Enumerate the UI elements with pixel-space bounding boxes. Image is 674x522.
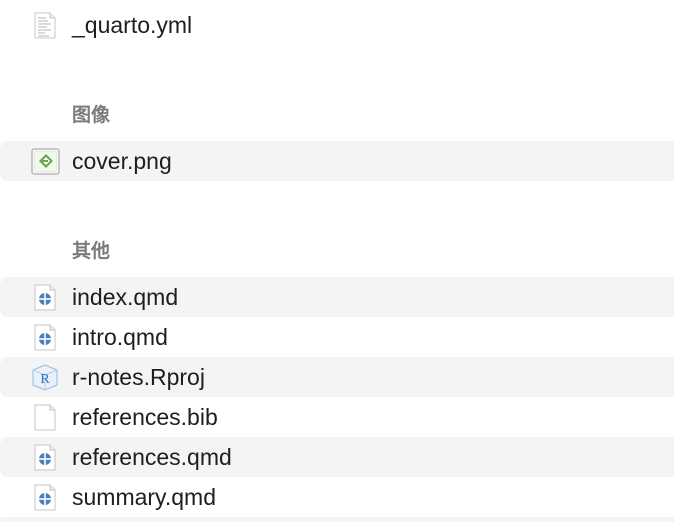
list-item-partial bbox=[0, 517, 674, 522]
r-project-icon: R bbox=[30, 364, 60, 391]
file-name: r-notes.Rproj bbox=[72, 364, 205, 390]
file-name: cover.png bbox=[72, 148, 172, 174]
file-list: _quarto.yml 图像 cover.png 其他 index.qmd in… bbox=[0, 0, 674, 522]
yaml-document-icon bbox=[30, 12, 60, 39]
list-item-index-qmd[interactable]: index.qmd bbox=[0, 277, 674, 317]
section-title-other: 其他 bbox=[72, 240, 111, 262]
file-name: references.bib bbox=[72, 404, 218, 430]
blank-document-icon bbox=[30, 404, 60, 431]
list-item-references-qmd[interactable]: references.qmd bbox=[0, 437, 674, 477]
file-name: summary.qmd bbox=[72, 484, 216, 510]
list-item-quarto-yml[interactable]: _quarto.yml bbox=[0, 5, 674, 45]
quarto-file-icon bbox=[30, 484, 60, 511]
list-item-intro-qmd[interactable]: intro.qmd bbox=[0, 317, 674, 357]
quarto-file-icon bbox=[30, 284, 60, 311]
file-name: references.qmd bbox=[72, 444, 232, 470]
quarto-file-icon bbox=[30, 444, 60, 471]
quarto-file-icon bbox=[30, 324, 60, 351]
list-item-cover-png[interactable]: cover.png bbox=[0, 141, 674, 181]
file-name: intro.qmd bbox=[72, 324, 168, 350]
list-item-references-bib[interactable]: references.bib bbox=[0, 397, 674, 437]
list-item-r-notes-rproj[interactable]: R r-notes.Rproj bbox=[0, 357, 674, 397]
svg-text:R: R bbox=[40, 372, 50, 387]
section-title-images: 图像 bbox=[72, 104, 111, 126]
file-name: index.qmd bbox=[72, 284, 179, 310]
file-name: _quarto.yml bbox=[72, 12, 193, 38]
list-item-summary-qmd[interactable]: summary.qmd bbox=[0, 477, 674, 517]
image-file-icon bbox=[30, 148, 60, 175]
